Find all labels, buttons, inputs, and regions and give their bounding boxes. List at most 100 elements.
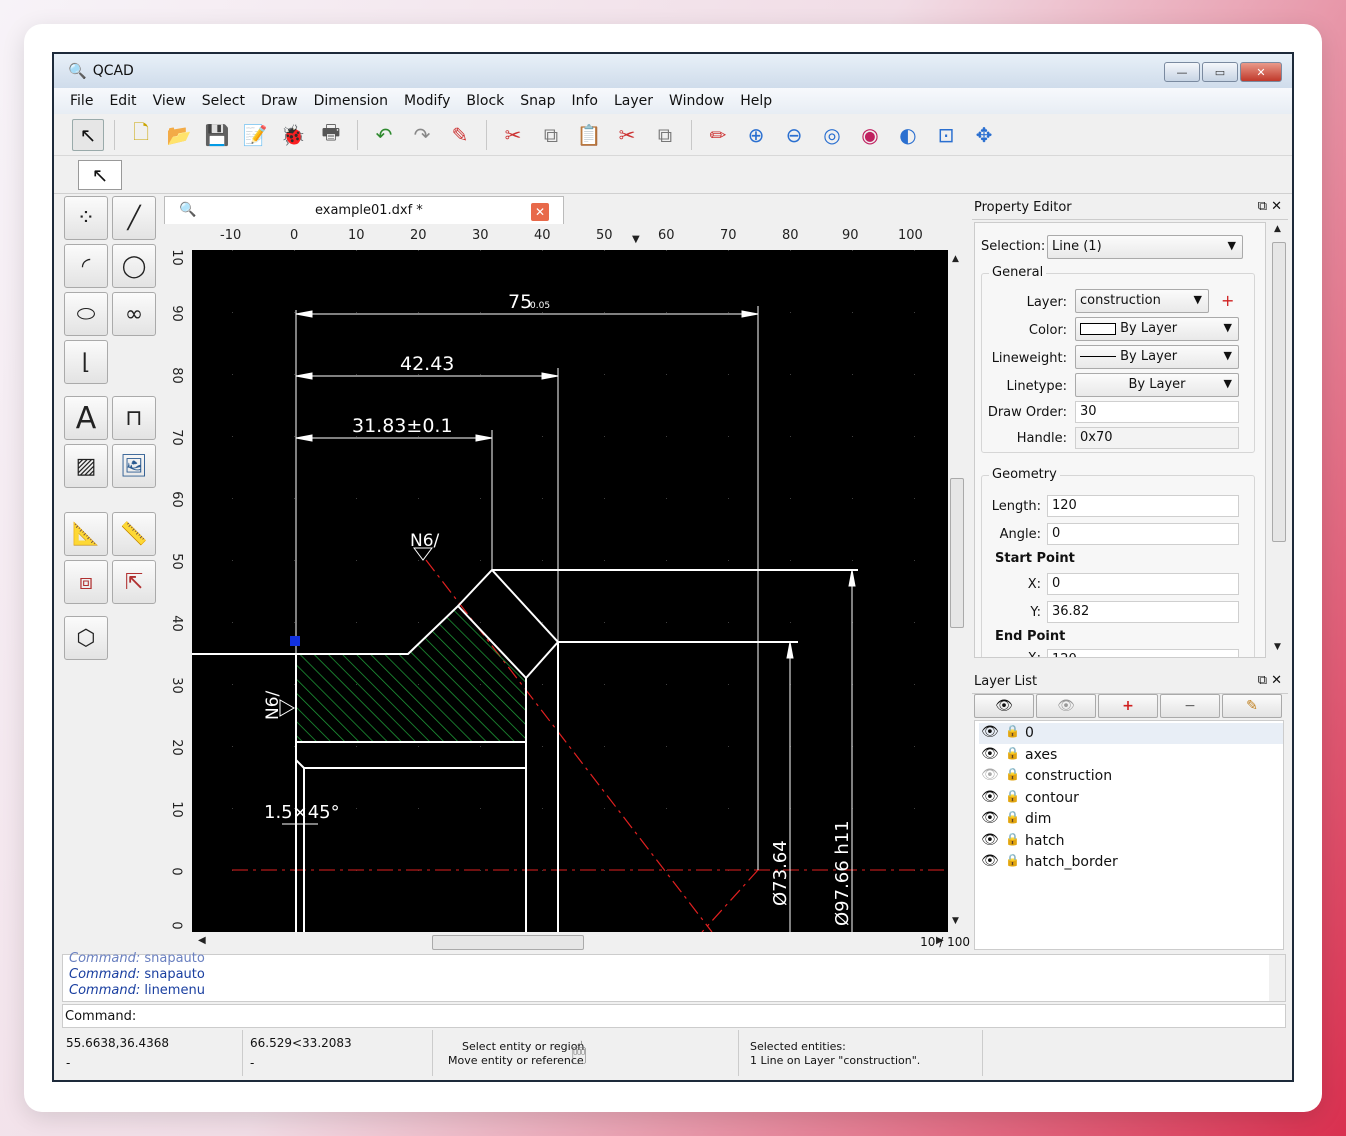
save-as-icon[interactable]: 📝 [239, 119, 271, 151]
dock-controls[interactable]: ⧉ ✕ [1258, 199, 1282, 214]
document-tab[interactable]: 🔍 example01.dxf * ✕ [164, 196, 564, 224]
select-tool-icon[interactable]: ⇱ [112, 560, 156, 604]
save-icon[interactable]: 💾 [201, 119, 233, 151]
history-scrollbar[interactable] [1269, 955, 1285, 1001]
layer-item[interactable]: 👁 🔒 hatch [979, 831, 1283, 852]
measure-tool-icon[interactable]: 📏 [112, 512, 156, 556]
start-y-field[interactable]: 36.82 [1047, 601, 1239, 623]
selection-grip[interactable] [290, 636, 300, 646]
property-editor-scrollbar[interactable]: ▲ ▼ [1270, 222, 1288, 658]
menu-edit[interactable]: Edit [101, 93, 144, 109]
command-line[interactable]: Command: [62, 1004, 1286, 1028]
text-tool-icon[interactable]: A [64, 396, 108, 440]
layer-item[interactable]: 👁 🔒 construction [979, 766, 1283, 787]
svg-export-icon[interactable]: 🐞 [277, 119, 309, 151]
end-x-field[interactable]: 120 [1047, 649, 1239, 657]
maximize-button[interactable]: ▭ [1202, 62, 1238, 82]
menu-window[interactable]: Window [661, 93, 732, 109]
close-button[interactable]: ✕ [1240, 62, 1282, 82]
redo-icon[interactable]: ↷ [406, 119, 438, 151]
eye-icon[interactable]: 👁 [981, 724, 999, 740]
lock-icon[interactable]: 🔒 [1005, 853, 1020, 867]
layer-item[interactable]: 👁 🔒 hatch_border [979, 852, 1283, 873]
start-x-field[interactable]: 0 [1047, 573, 1239, 595]
new-file-icon[interactable]: 🗋 [125, 119, 157, 151]
hatch-tool-icon[interactable]: ▨ [64, 444, 108, 488]
select-pointer-icon[interactable]: ↖ [78, 160, 122, 190]
arc-tool-icon[interactable]: ◜ [64, 244, 108, 288]
scroll-down-icon[interactable]: ▼ [952, 916, 959, 926]
menu-view[interactable]: View [145, 93, 194, 109]
menu-help[interactable]: Help [732, 93, 780, 109]
scroll-thumb[interactable] [950, 478, 964, 628]
remove-layer-icon[interactable]: − [1160, 694, 1220, 718]
menu-file[interactable]: File [62, 93, 101, 109]
modify-tool-icon[interactable]: ⧈ [64, 560, 108, 604]
layer-combo[interactable]: construction ▼ [1075, 289, 1209, 313]
eye-icon[interactable]: 👁 [981, 832, 999, 848]
cut-reference-icon[interactable]: ✂ [611, 119, 643, 151]
lock-icon[interactable]: 🔒 [1005, 767, 1020, 781]
lock-icon[interactable]: 🔒 [1005, 724, 1020, 738]
dock-controls[interactable]: ⧉ ✕ [1258, 673, 1282, 688]
zoom-selection-icon[interactable]: ◉ [854, 119, 886, 151]
eye-icon[interactable]: 👁 [981, 746, 999, 762]
drawing-canvas[interactable]: 75 0.05 42.43 31.83±0.1 1.5×45° Ø73.64 Ø… [192, 250, 948, 932]
close-tab-icon[interactable]: ✕ [531, 203, 549, 221]
image-tool-icon[interactable]: 🖼 [112, 444, 156, 488]
menu-modify[interactable]: Modify [396, 93, 458, 109]
lock-icon[interactable]: 🔒 [1005, 810, 1020, 824]
layer-item[interactable]: 👁 🔒 axes [979, 745, 1283, 766]
menu-dimension[interactable]: Dimension [306, 93, 396, 109]
spline-tool-icon[interactable]: ∞ [112, 292, 156, 336]
zoom-previous-icon[interactable]: ◐ [892, 119, 924, 151]
eye-icon[interactable]: 👁 [981, 810, 999, 826]
menu-snap[interactable]: Snap [512, 93, 563, 109]
menu-select[interactable]: Select [194, 93, 253, 109]
eye-icon[interactable]: 👁 [981, 853, 999, 869]
zoom-auto-icon[interactable]: ◎ [816, 119, 848, 151]
zoom-out-icon[interactable]: ⊖ [778, 119, 810, 151]
add-layer-icon[interactable]: + [1221, 291, 1234, 310]
circle-tool-icon[interactable]: ◯ [112, 244, 156, 288]
ellipse-tool-icon[interactable]: ⬭ [64, 292, 108, 336]
pencil-icon[interactable]: ✏ [702, 119, 734, 151]
lineweight-combo[interactable]: By Layer ▼ [1075, 345, 1239, 369]
eye-icon[interactable]: 👁 [981, 767, 999, 783]
pan-icon[interactable]: ✥ [968, 119, 1000, 151]
dimension-tool-icon[interactable]: ⊓ [112, 396, 156, 440]
open-folder-icon[interactable]: 📂 [163, 119, 195, 151]
select-arrow-icon[interactable]: ↖ [72, 118, 104, 151]
hide-all-layers-icon[interactable]: 👁 [1036, 694, 1096, 718]
undo-icon[interactable]: ↶ [368, 119, 400, 151]
menu-block[interactable]: Block [458, 93, 512, 109]
selection-combo[interactable]: Line (1) ▼ [1047, 235, 1243, 259]
zoom-window-icon[interactable]: ⊡ [930, 119, 962, 151]
lock-icon[interactable]: 🔒 [1005, 789, 1020, 803]
scroll-thumb[interactable] [1272, 242, 1286, 542]
canvas-horizontal-scrollbar[interactable]: ◀ ▶ 10 / 100 [164, 932, 972, 954]
menu-info[interactable]: Info [564, 93, 607, 109]
points-tool-icon[interactable]: ⁘ [64, 196, 108, 240]
edit-layer-icon[interactable]: ✎ [1222, 694, 1282, 718]
angle-field[interactable]: 0 [1047, 523, 1239, 545]
canvas-vertical-scrollbar[interactable]: ▲ ▼ [948, 250, 966, 932]
polyline-tool-icon[interactable]: ⌊ [64, 340, 108, 384]
drafting-tool-icon[interactable]: 📐 [64, 512, 108, 556]
scroll-down-icon[interactable]: ▼ [1274, 642, 1281, 652]
add-layer-button-icon[interactable]: + [1098, 694, 1158, 718]
color-combo[interactable]: By Layer ▼ [1075, 317, 1239, 341]
layer-item[interactable]: 👁 🔒 dim [979, 809, 1283, 830]
eye-icon[interactable]: 👁 [981, 789, 999, 805]
eraser-icon[interactable]: ✎ [444, 119, 476, 151]
scroll-thumb[interactable] [432, 935, 584, 950]
show-all-layers-icon[interactable]: 👁 [974, 694, 1034, 718]
scroll-left-icon[interactable]: ◀ [198, 935, 206, 946]
zoom-in-icon[interactable]: ⊕ [740, 119, 772, 151]
cut-icon[interactable]: ✂ [497, 119, 529, 151]
lock-icon[interactable]: 🔒 [1005, 832, 1020, 846]
scroll-up-icon[interactable]: ▲ [952, 254, 959, 264]
copy-icon[interactable]: ⧉ [535, 119, 567, 151]
menu-draw[interactable]: Draw [253, 93, 306, 109]
block-tool-icon[interactable]: ⬡ [64, 616, 108, 660]
